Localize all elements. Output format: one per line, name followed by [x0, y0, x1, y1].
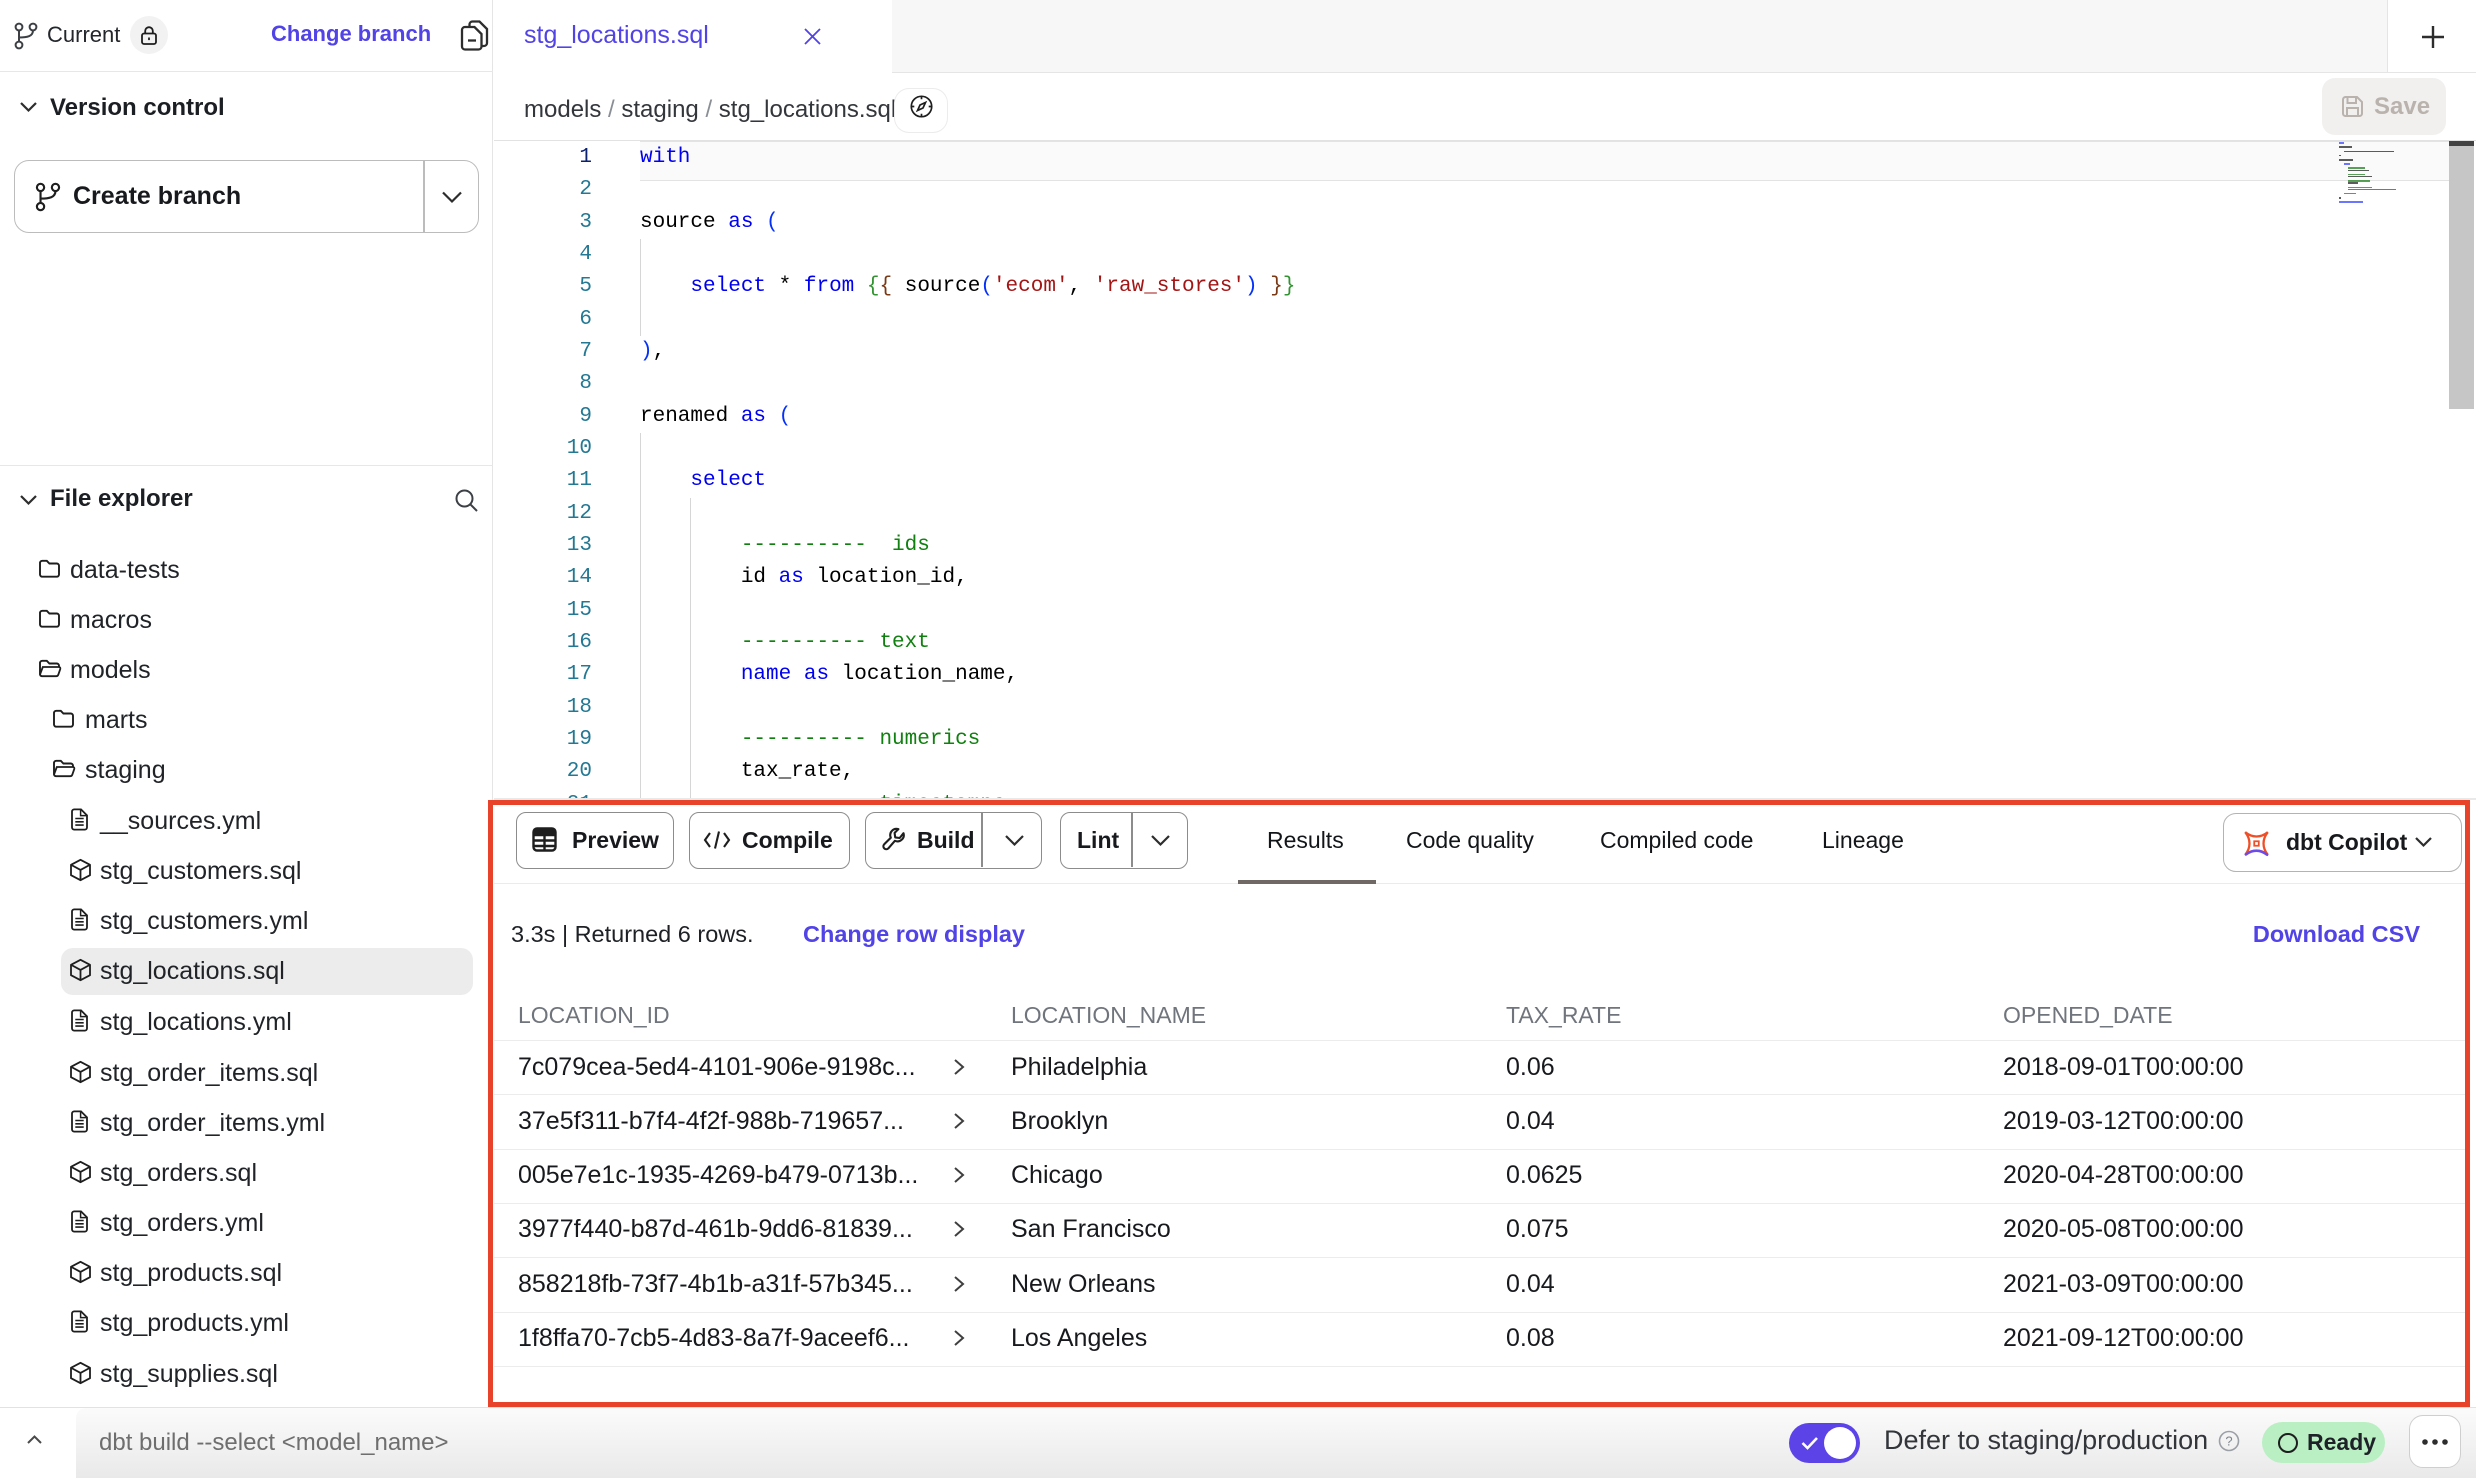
svg-text:?: ?	[2225, 1434, 2232, 1449]
